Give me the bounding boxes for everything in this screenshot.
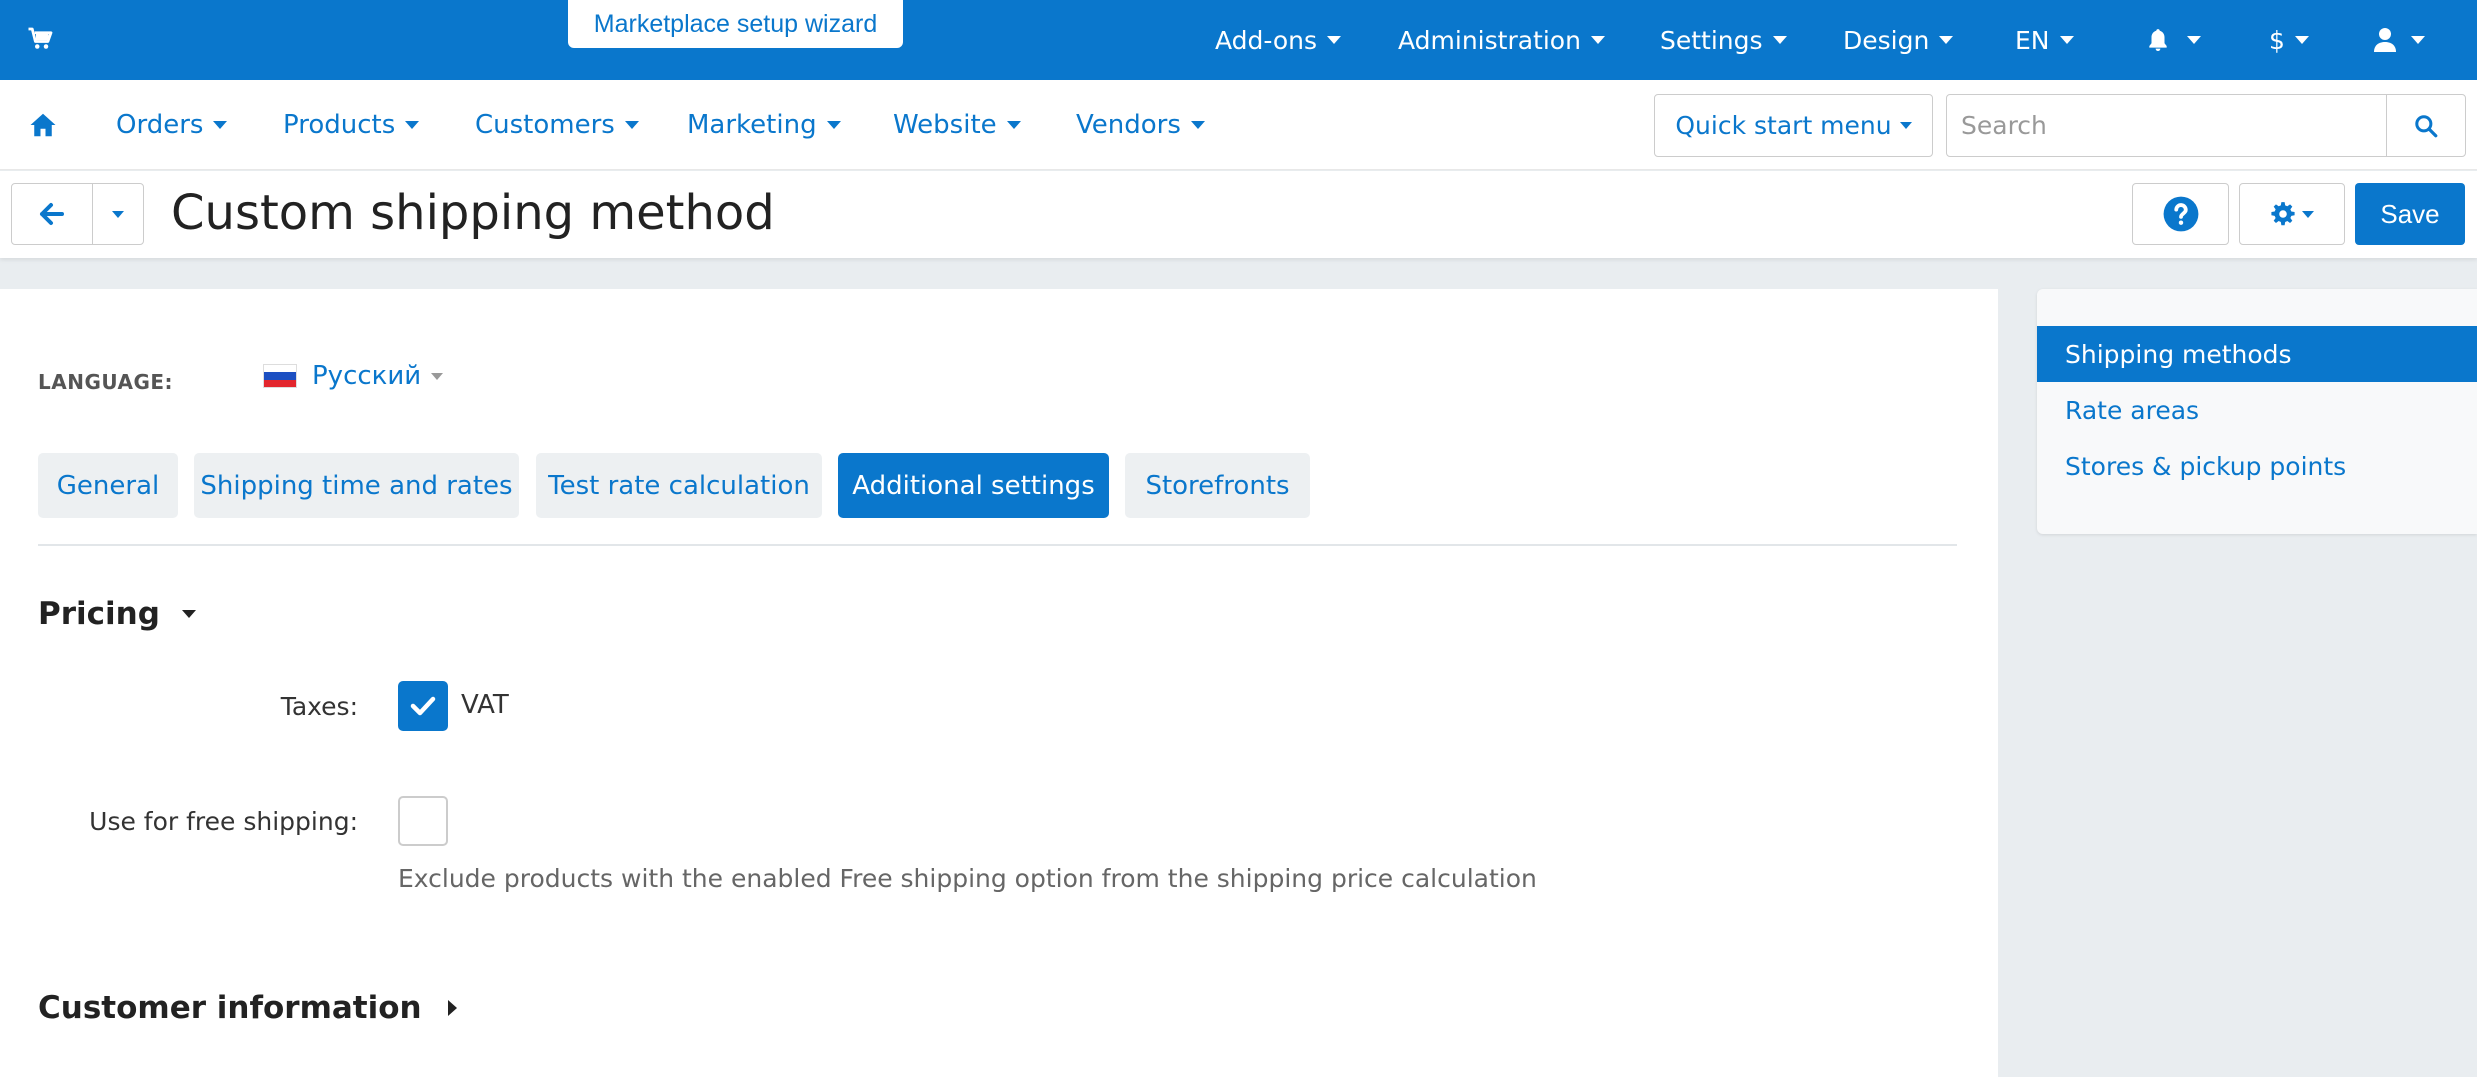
notifications-menu[interactable] <box>2145 0 2201 80</box>
chevron-down-icon <box>2302 210 2314 218</box>
nav-orders[interactable]: Orders <box>116 80 228 170</box>
help-button[interactable] <box>2132 183 2229 245</box>
chevron-down-icon <box>2411 36 2425 44</box>
chevron-down-icon <box>1006 121 1021 129</box>
tab-shipping-time-and-rates[interactable]: Shipping time and rates <box>194 453 519 518</box>
nav-customers[interactable]: Customers <box>475 80 639 170</box>
chevron-down-icon <box>2294 36 2309 44</box>
nav-website-label: Website <box>893 110 997 140</box>
user-menu[interactable] <box>2373 0 2425 80</box>
chevron-down-icon <box>1772 36 1787 44</box>
tab-additional-settings[interactable]: Additional settings <box>838 453 1109 518</box>
bell-icon <box>2149 29 2167 52</box>
design-menu[interactable]: Design <box>1843 0 1954 80</box>
free-shipping-checkbox[interactable] <box>398 796 448 846</box>
top-bar: Marketplace setup wizard Add-ons Adminis… <box>0 0 2477 80</box>
home-icon[interactable] <box>28 110 58 140</box>
language-menu-label: EN <box>2015 25 2050 55</box>
chevron-down-icon <box>2187 36 2201 44</box>
addons-menu[interactable]: Add-ons <box>1215 0 1342 80</box>
settings-menu-label: Settings <box>1660 25 1763 55</box>
free-shipping-label: Use for free shipping: <box>89 807 358 836</box>
chevron-down-icon <box>405 121 420 129</box>
chevron-down-icon <box>1899 122 1912 129</box>
chevron-down-icon <box>826 121 841 129</box>
settings-dropdown-button[interactable] <box>2239 183 2345 245</box>
gear-icon <box>2271 202 2295 226</box>
search-button[interactable] <box>2386 94 2466 157</box>
chevron-down-icon <box>181 610 196 618</box>
language-selected: Русский <box>312 361 422 391</box>
nav-products[interactable]: Products <box>283 80 420 170</box>
addons-menu-label: Add-ons <box>1215 25 1318 55</box>
administration-menu-label: Administration <box>1398 25 1581 55</box>
russia-flag-icon <box>263 364 297 388</box>
back-button[interactable] <box>11 183 93 245</box>
design-menu-label: Design <box>1843 25 1930 55</box>
search-input[interactable] <box>1946 94 2387 157</box>
back-dropdown-button[interactable] <box>92 183 144 245</box>
nav-marketing-label: Marketing <box>687 110 817 140</box>
language-label: LANGUAGE: <box>38 370 174 394</box>
nav-products-label: Products <box>283 110 396 140</box>
quick-start-menu-label: Quick start menu <box>1675 111 1892 140</box>
marketplace-setup-wizard-button[interactable]: Marketplace setup wizard <box>568 0 903 48</box>
chevron-down-icon <box>213 121 228 129</box>
customer-information-section-toggle[interactable]: Customer information <box>38 990 457 1026</box>
sidebar-item-shipping-methods[interactable]: Shipping methods <box>2037 326 2477 382</box>
nav-customers-label: Customers <box>475 110 615 140</box>
customer-information-section-title: Customer information <box>38 990 422 1026</box>
cart-icon[interactable] <box>26 24 56 54</box>
tab-general[interactable]: General <box>38 453 178 518</box>
main-panel <box>0 289 1998 1077</box>
user-icon <box>2374 28 2396 52</box>
nav-marketing[interactable]: Marketing <box>687 80 841 170</box>
page-title: Custom shipping method <box>171 185 775 241</box>
currency-menu-label: $ <box>2269 25 2285 55</box>
search-icon <box>2415 114 2438 137</box>
chevron-down-icon <box>431 372 444 380</box>
nav-website[interactable]: Website <box>893 80 1021 170</box>
chevron-down-icon <box>1327 36 1342 44</box>
sidebar-item-stores-pickup-points[interactable]: Stores & pickup points <box>2037 438 2477 494</box>
chevron-down-icon <box>1939 36 1954 44</box>
chevron-down-icon <box>624 121 639 129</box>
checkmark-icon <box>410 696 436 716</box>
quick-start-menu-button[interactable]: Quick start menu <box>1654 94 1933 157</box>
language-menu[interactable]: EN <box>2015 0 2074 80</box>
chevron-down-icon <box>2059 36 2074 44</box>
tab-storefronts[interactable]: Storefronts <box>1125 453 1310 518</box>
nav-orders-label: Orders <box>116 110 204 140</box>
chevron-down-icon <box>1190 121 1205 129</box>
nav-vendors[interactable]: Vendors <box>1076 80 1205 170</box>
chevron-down-icon <box>112 210 124 218</box>
pricing-section-toggle[interactable]: Pricing <box>38 596 196 632</box>
tab-test-rate-calculation[interactable]: Test rate calculation <box>536 453 822 518</box>
settings-menu[interactable]: Settings <box>1660 0 1787 80</box>
free-shipping-hint: Exclude products with the enabled Free s… <box>398 864 1537 893</box>
vat-label: VAT <box>461 690 509 720</box>
page-header: Custom shipping method Save <box>0 171 2477 258</box>
chevron-down-icon <box>1590 36 1605 44</box>
taxes-label: Taxes: <box>280 692 358 721</box>
save-button[interactable]: Save <box>2355 183 2465 245</box>
administration-menu[interactable]: Administration <box>1398 0 1605 80</box>
language-selector[interactable]: Русский <box>263 361 444 391</box>
arrow-left-icon <box>40 203 64 225</box>
main-nav: Orders Products Customers Marketing Webs… <box>0 80 2477 170</box>
pricing-section-title: Pricing <box>38 596 160 632</box>
chevron-right-icon <box>447 1000 457 1016</box>
sidebar-item-rate-areas[interactable]: Rate areas <box>2037 382 2477 438</box>
question-icon <box>2163 196 2198 232</box>
nav-vendors-label: Vendors <box>1076 110 1181 140</box>
shipping-sidebar: Shipping methods Rate areas Stores & pic… <box>2037 289 2477 534</box>
vat-checkbox[interactable] <box>398 681 448 731</box>
currency-menu[interactable]: $ <box>2269 0 2309 80</box>
tabs-divider <box>38 544 1957 546</box>
